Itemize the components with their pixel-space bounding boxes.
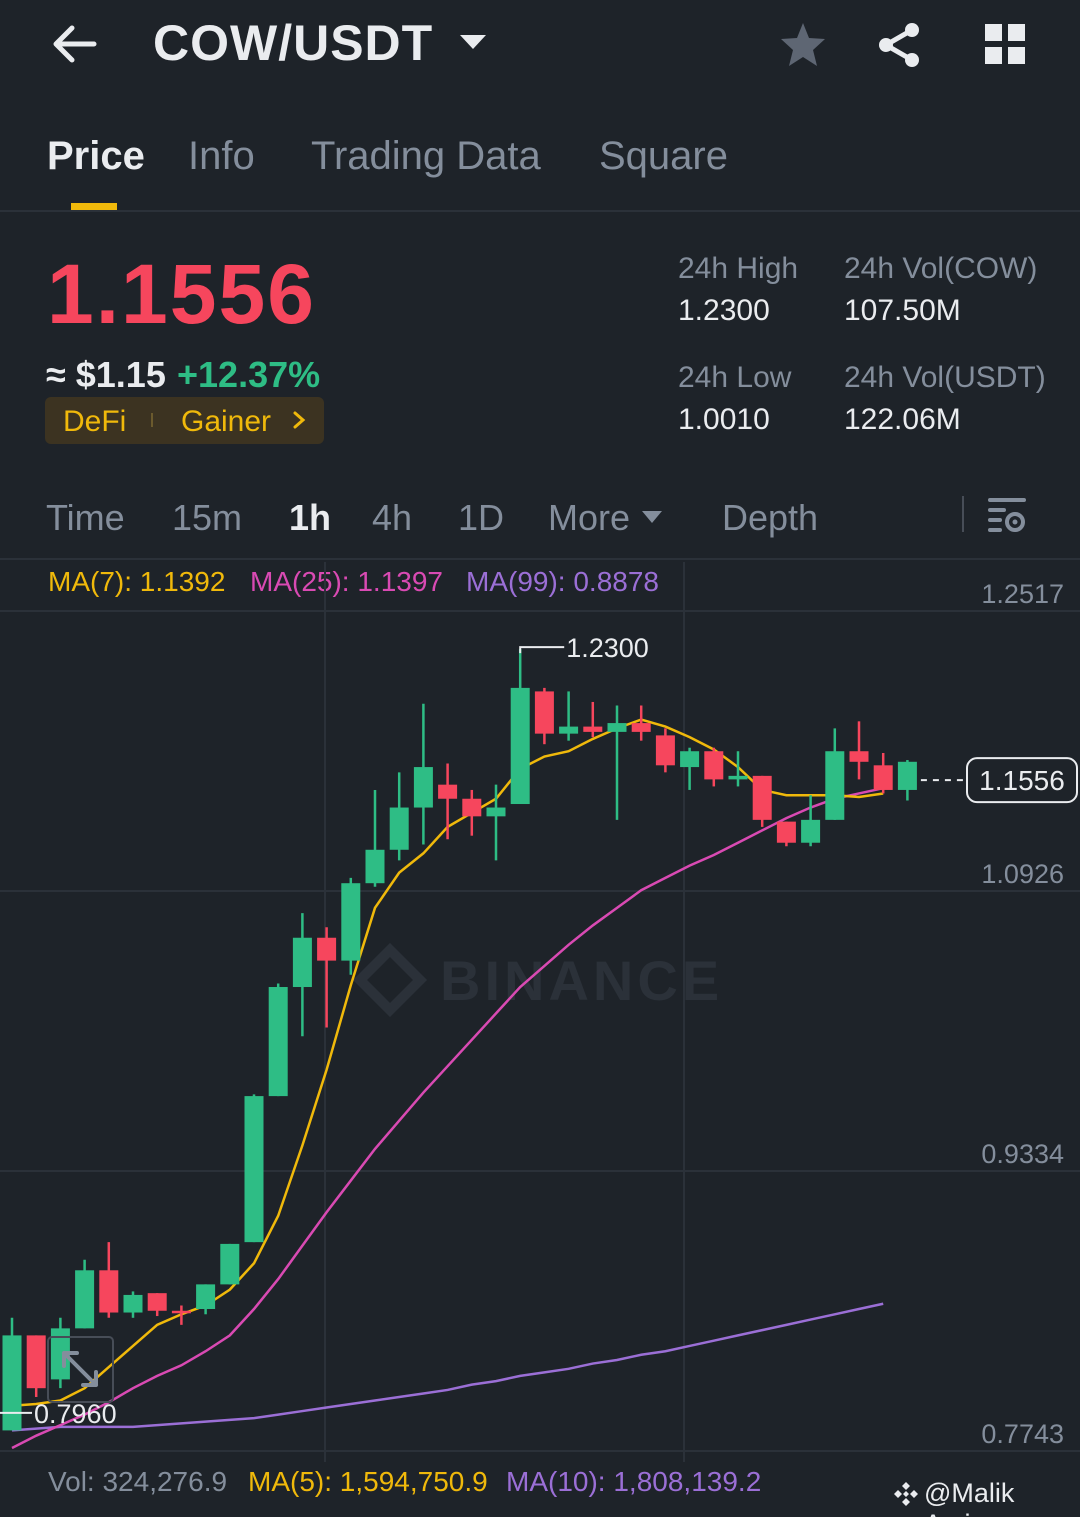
candle-body <box>26 1335 46 1389</box>
binance-watermark: BINANCE <box>440 949 723 1012</box>
candle-body <box>341 883 361 961</box>
candle-body <box>510 687 530 805</box>
creator-handle: @Malik Amin <box>924 1478 1015 1517</box>
tab-price[interactable]: Price <box>47 134 145 179</box>
share-icon[interactable] <box>874 20 924 70</box>
change-percent: +12.37% <box>177 354 321 395</box>
candle-body <box>365 849 385 884</box>
current-price-label: 1.1556 <box>979 765 1065 796</box>
tab-trading-data[interactable]: Trading Data <box>311 134 541 179</box>
arrow-left-icon[interactable] <box>50 22 100 66</box>
candle-body <box>583 726 603 732</box>
stat-vol-base-value: 107.50M <box>844 294 961 327</box>
interval-4h[interactable]: 4h <box>372 497 412 539</box>
stat-high-value: 1.2300 <box>678 294 770 327</box>
grid-icon[interactable] <box>983 22 1027 66</box>
candle-body <box>752 775 772 820</box>
candle-body <box>268 987 288 1097</box>
ma99-line <box>11 1302 884 1432</box>
candle-body <box>486 807 506 817</box>
vol-ma10-legend: MA(10): 1,808,139.2 <box>506 1466 762 1497</box>
top-bar: COW/USDT <box>0 0 1080 92</box>
candle-body <box>462 798 482 817</box>
stat-vol-quote-value: 122.06M <box>844 403 961 436</box>
candle-body <box>75 1270 95 1329</box>
interval-bar: Time 15m 1h 4h 1D More Depth <box>0 480 1080 560</box>
candle-body <box>680 751 700 768</box>
vol-ma5-legend: MA(5): 1,594,750.9 <box>248 1466 488 1497</box>
y-tick-label: 0.7743 <box>981 1419 1064 1449</box>
candle-body <box>171 1310 191 1314</box>
y-tick-label: 1.0926 <box>981 859 1064 889</box>
candle-body <box>873 765 893 790</box>
candle-body <box>99 1270 119 1313</box>
chevron-right-icon[interactable] <box>291 409 307 431</box>
caret-down-icon[interactable] <box>641 510 663 524</box>
high-marker-label: 1.2300 <box>566 633 649 663</box>
candle-body <box>389 807 409 850</box>
high-marker-line <box>519 646 565 654</box>
caret-down-icon[interactable] <box>458 32 488 52</box>
candle-body <box>559 726 579 734</box>
interval-depth[interactable]: Depth <box>722 497 818 539</box>
candle-body <box>607 723 627 732</box>
pair-title[interactable]: COW/USDT <box>153 14 433 72</box>
candle-body <box>776 821 796 843</box>
candle-body <box>317 937 337 961</box>
candle-body <box>413 767 433 808</box>
low-marker-label: 0.7960 <box>34 1399 117 1429</box>
tab-square[interactable]: Square <box>599 134 728 179</box>
interval-time[interactable]: Time <box>46 497 125 539</box>
candle-body <box>704 751 724 780</box>
binance-logo-icon <box>894 1482 918 1506</box>
candle-body <box>728 775 748 780</box>
last-price: 1.1556 <box>47 247 316 341</box>
tag-gainer[interactable]: Gainer <box>181 405 271 439</box>
star-icon[interactable] <box>778 20 828 70</box>
y-tick-label: 1.2517 <box>981 579 1064 609</box>
candle-body <box>244 1096 264 1243</box>
binance-watermark-icon <box>352 942 428 1018</box>
stat-high-label: 24h High <box>678 252 799 285</box>
tag-separator <box>151 413 153 427</box>
tag-chips[interactable]: DeFi Gainer <box>45 397 324 444</box>
candle-body <box>825 751 845 820</box>
candle-body <box>897 761 917 790</box>
volume-legend: Vol: 324,276.9 <box>48 1466 228 1497</box>
stat-vol-quote-label: 24h Vol(USDT) <box>844 361 1046 394</box>
stat-low-value: 1.0010 <box>678 403 770 436</box>
interval-1h[interactable]: 1h <box>289 497 331 539</box>
chart-settings-icon[interactable] <box>988 496 1028 536</box>
candle-body <box>801 819 821 843</box>
candle-body <box>292 937 312 988</box>
candle-body <box>534 691 554 734</box>
candle-body <box>438 784 458 799</box>
candle-body <box>631 723 651 732</box>
interval-15m[interactable]: 15m <box>172 497 242 539</box>
fiat-price: ≈ $1.15 <box>46 354 166 395</box>
candle-body <box>2 1335 22 1431</box>
divider <box>962 496 964 532</box>
ma25-line <box>11 786 884 1450</box>
tab-bar: Price Info Trading Data Square <box>0 120 1080 212</box>
candlestick-chart[interactable]: 1.2517 1.0926 0.9334 0.7743 BINANCE 1.2300 0… <box>0 562 1080 1462</box>
candle-body <box>849 751 869 762</box>
tab-info[interactable]: Info <box>188 134 255 179</box>
tag-defi[interactable]: DeFi <box>63 405 126 439</box>
active-tab-indicator <box>71 203 117 210</box>
stat-vol-base-label: 24h Vol(COW) <box>844 252 1038 285</box>
candle-body <box>196 1284 216 1310</box>
candle-body <box>123 1294 143 1313</box>
interval-1d[interactable]: 1D <box>458 497 504 539</box>
candle-body <box>220 1243 240 1285</box>
candle-body <box>147 1293 167 1311</box>
candle-body <box>655 735 675 766</box>
y-tick-label: 0.9334 <box>981 1139 1064 1169</box>
stat-low-label: 24h Low <box>678 361 792 394</box>
interval-more[interactable]: More <box>548 497 630 539</box>
